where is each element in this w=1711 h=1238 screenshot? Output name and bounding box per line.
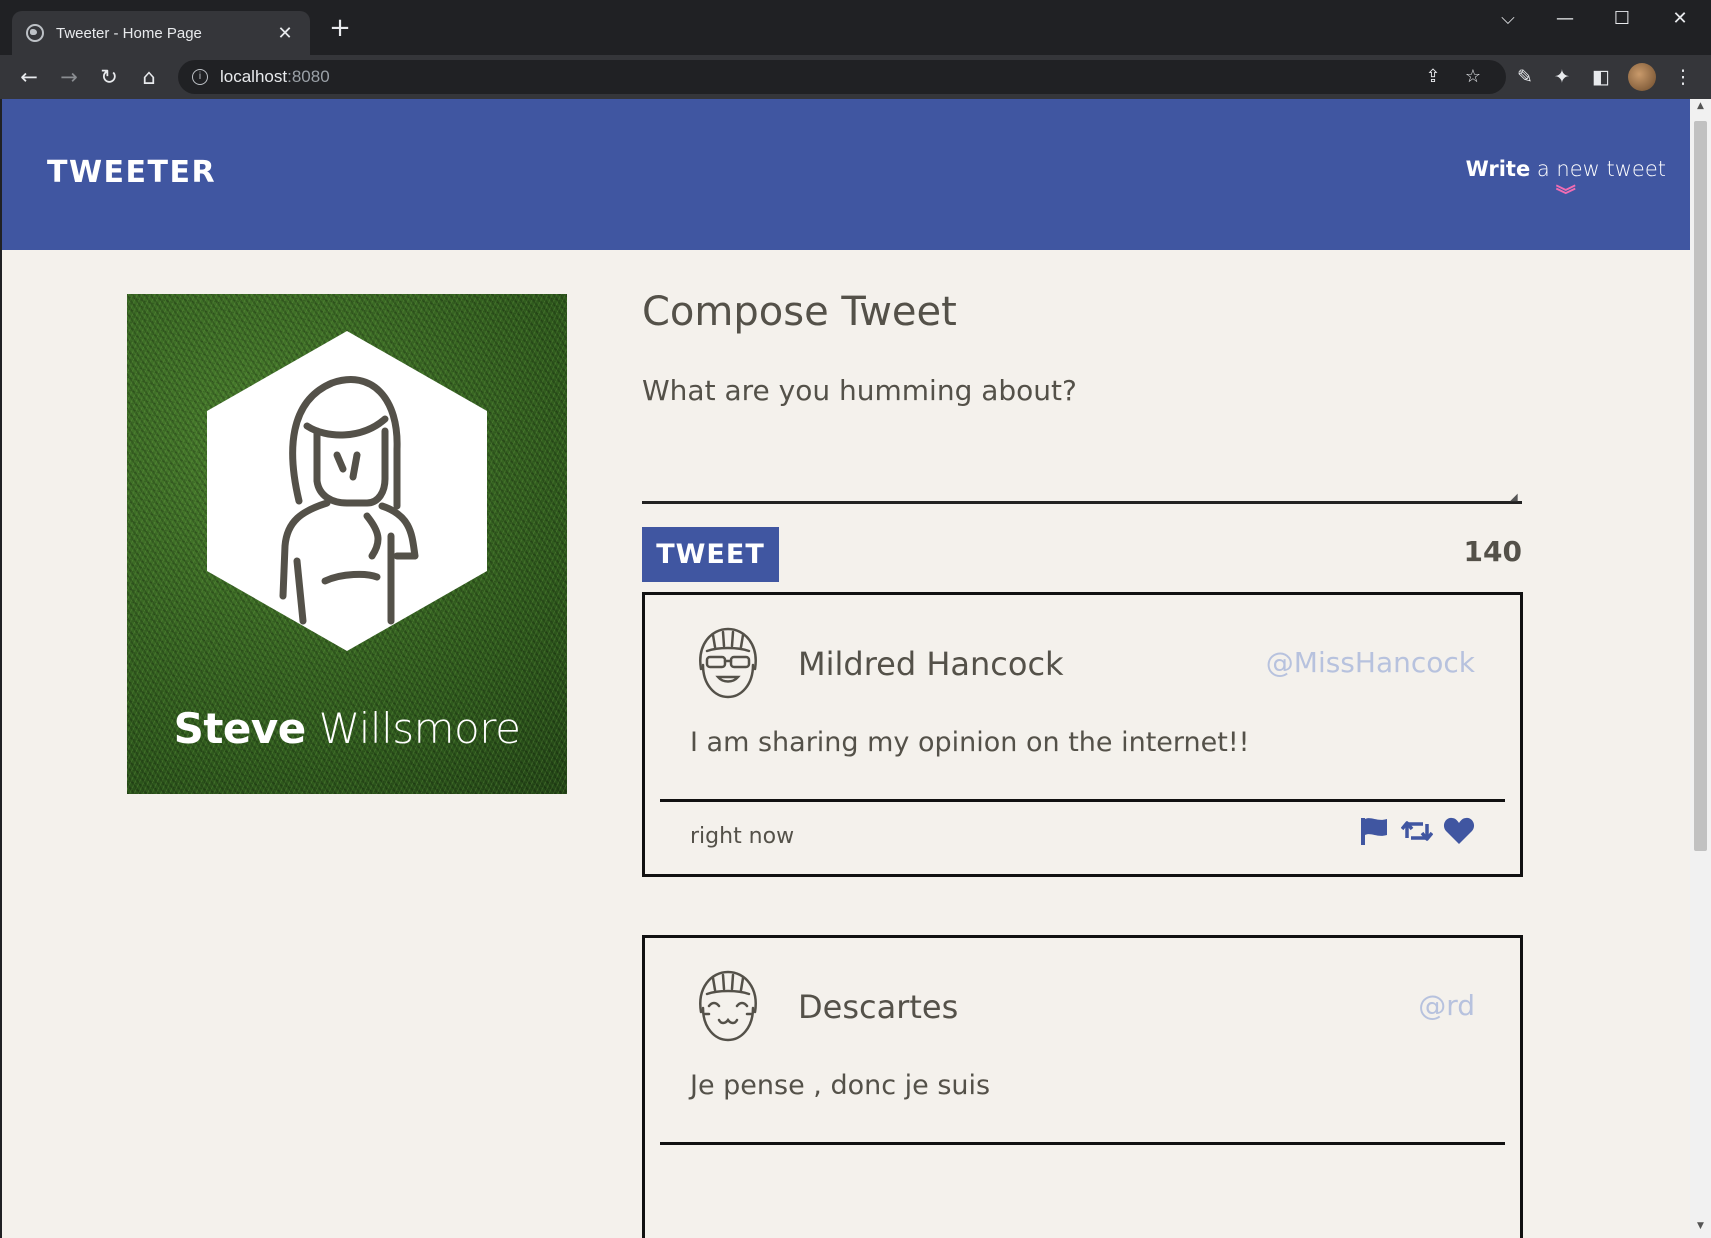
browser-toolbar: ← → ↻ ⌂ i localhost:8080 ⇪ ☆ ✎ ✦ ◧ ⋮: [0, 55, 1711, 99]
profile-last-name: Willsmore: [318, 704, 521, 753]
char-counter: 140: [1463, 535, 1522, 568]
flag-icon[interactable]: [1359, 816, 1391, 846]
maximize-button[interactable]: ☐: [1602, 8, 1642, 29]
home-button[interactable]: ⌂: [134, 62, 164, 92]
share-icon[interactable]: ⇪: [1418, 60, 1448, 94]
new-tab-button[interactable]: +: [326, 15, 354, 41]
extensions-puzzle-icon[interactable]: ✦: [1547, 62, 1577, 92]
site-info-icon[interactable]: i: [192, 69, 208, 85]
forward-button[interactable]: →: [54, 62, 84, 92]
retweet-icon[interactable]: [1401, 816, 1433, 846]
tweet-content: Je pense , donc je suis: [690, 1070, 991, 1101]
back-button[interactable]: ←: [14, 62, 44, 92]
tweet-actions: [1359, 816, 1475, 846]
tweet-textarea[interactable]: [642, 414, 1522, 504]
compose-title: Compose Tweet: [642, 289, 957, 335]
url-host: localhost: [220, 67, 288, 86]
profile-avatar-hexagon: [207, 331, 487, 651]
site-nav: TWEETER Write a new tweet ︾: [2, 99, 1690, 250]
tweet-author-name: Mildred Hancock: [798, 645, 1064, 683]
tab-search-icon[interactable]: ⌵: [1488, 8, 1528, 29]
write-new-tweet-toggle[interactable]: Write a new tweet ︾: [1465, 157, 1666, 205]
heart-icon[interactable]: [1443, 816, 1475, 846]
tweet-submit-button[interactable]: TWEET: [642, 527, 779, 582]
smiling-avatar-icon: [699, 970, 757, 1042]
scrollbar-thumb[interactable]: [1694, 121, 1707, 851]
tweet-content: I am sharing my opinion on the internet!…: [690, 727, 1250, 758]
address-bar[interactable]: i localhost:8080 ⇪ ☆: [178, 60, 1506, 94]
minimize-button[interactable]: —: [1545, 8, 1585, 29]
scroll-down-arrow-icon[interactable]: ▼: [1694, 1221, 1707, 1231]
sunglasses-avatar-icon: [699, 627, 757, 699]
profile-avatar[interactable]: [1628, 63, 1656, 91]
menu-kebab-icon[interactable]: ⋮: [1668, 62, 1698, 92]
resize-grip-icon[interactable]: ◢: [1510, 492, 1518, 503]
tweet-divider: [660, 799, 1505, 802]
tweet-author-name: Descartes: [798, 988, 959, 1026]
tweet-timestamp: right now: [690, 824, 795, 849]
tab-close-icon[interactable]: ✕: [274, 23, 296, 44]
write-label-bold: Write: [1465, 157, 1531, 181]
page-viewport: TWEETER Write a new tweet ︾ Steve Willsm…: [2, 99, 1690, 1238]
browser-tabstrip: Tweeter - Home Page ✕ + ⌵ — ☐ ✕: [0, 0, 1711, 55]
tweet-author-handle[interactable]: @rd: [1418, 989, 1475, 1022]
compose-label: What are you humming about?: [642, 374, 1077, 407]
tweet-divider: [660, 1142, 1505, 1145]
tweet-card: Descartes @rd Je pense , donc je suis: [642, 935, 1523, 1238]
url-port: :8080: [287, 67, 330, 86]
tab-title: Tweeter - Home Page: [56, 24, 202, 42]
page-scrollbar[interactable]: ▲ ▼: [1690, 99, 1711, 1238]
reload-button[interactable]: ↻: [94, 62, 124, 92]
profile-name: Steve Willsmore: [127, 704, 567, 753]
globe-icon: [26, 24, 44, 42]
browser-tab[interactable]: Tweeter - Home Page ✕: [12, 11, 310, 55]
write-label-rest: a new tweet: [1530, 157, 1666, 181]
extension-pen-icon[interactable]: ✎: [1510, 62, 1540, 92]
close-window-button[interactable]: ✕: [1660, 8, 1700, 29]
profile-card: Steve Willsmore: [127, 294, 567, 794]
profile-first-name: Steve: [173, 704, 307, 753]
side-panel-icon[interactable]: ◧: [1586, 62, 1616, 92]
scroll-up-arrow-icon[interactable]: ▲: [1694, 101, 1707, 111]
brand-logo[interactable]: TWEETER: [47, 155, 216, 190]
bookmark-star-icon[interactable]: ☆: [1458, 60, 1488, 94]
tweet-card: Mildred Hancock @MissHancock I am sharin…: [642, 592, 1523, 877]
double-chevron-down-icon[interactable]: ︾: [1466, 185, 1666, 205]
tweet-author-handle[interactable]: @MissHancock: [1266, 646, 1475, 679]
woman-avatar-icon: [279, 376, 419, 625]
